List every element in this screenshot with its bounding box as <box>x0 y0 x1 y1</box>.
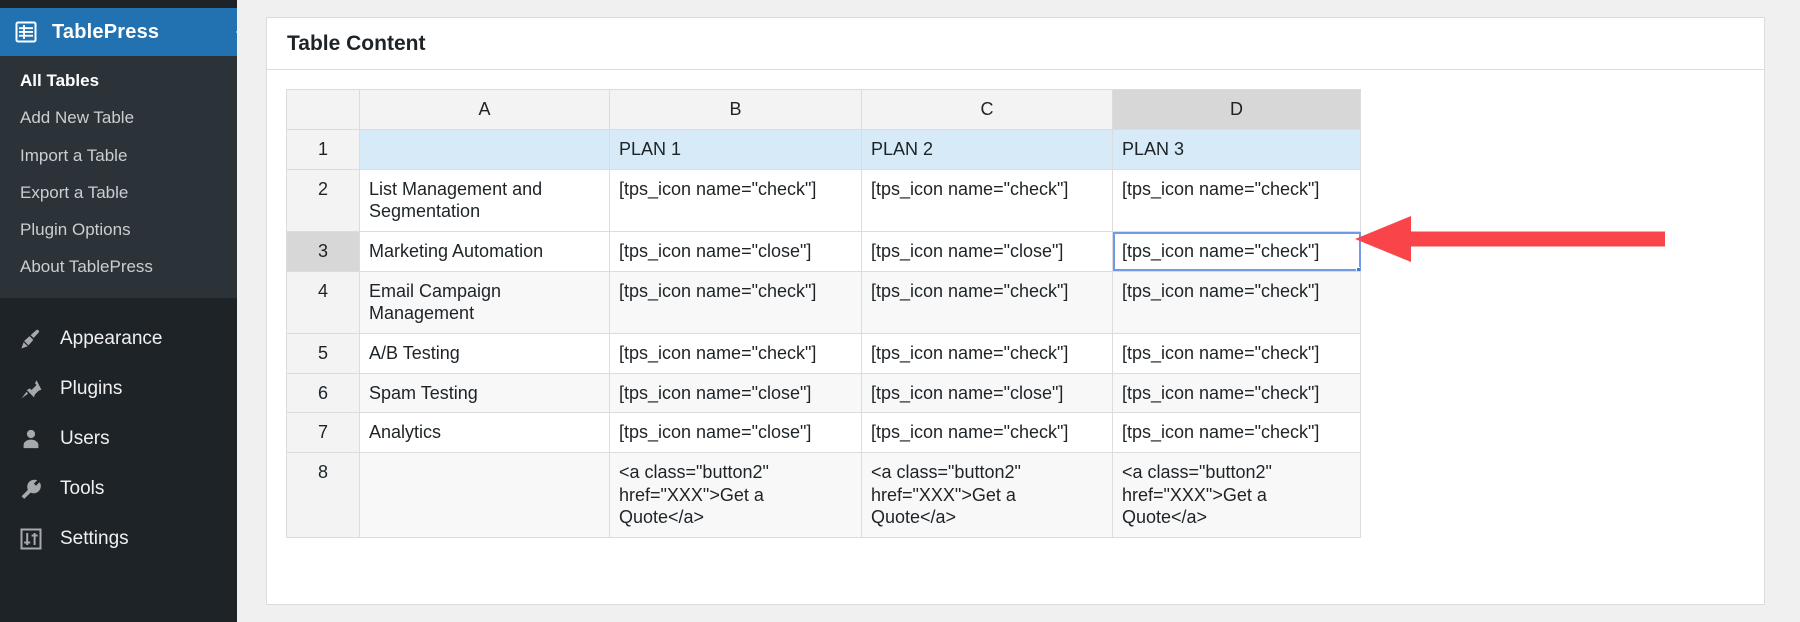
sidebar-flyout-arrow-icon <box>236 22 246 42</box>
column-header-row: A B C D <box>287 90 1361 130</box>
cell-c8[interactable]: <a class="button2" href="XXX">Get a Quot… <box>862 453 1113 538</box>
cell-d8[interactable]: <a class="button2" href="XXX">Get a Quot… <box>1113 453 1361 538</box>
sidebar-item-settings[interactable]: Settings <box>0 514 237 564</box>
cell-d3-selected[interactable]: [tps_icon name="check"] <box>1113 232 1361 272</box>
sidebar-item-users[interactable]: Users <box>0 414 237 464</box>
column-header-c[interactable]: C <box>862 90 1113 130</box>
cell-d5[interactable]: [tps_icon name="check"] <box>1113 334 1361 374</box>
submenu-item-plugin-options[interactable]: Plugin Options <box>0 211 237 248</box>
cell-b2[interactable]: [tps_icon name="check"] <box>610 169 862 231</box>
submenu-item-import-a-table[interactable]: Import a Table <box>0 137 237 174</box>
cell-a5[interactable]: A/B Testing <box>360 334 610 374</box>
sidebar-item-appearance[interactable]: Appearance <box>0 314 237 364</box>
table-content-grid[interactable]: A B C D 1 PLAN 1 PLAN 2 PLAN 3 <box>286 89 1361 538</box>
cell-a6[interactable]: Spam Testing <box>360 373 610 413</box>
table-row: 8 <a class="button2" href="XXX">Get a Qu… <box>287 453 1361 538</box>
row-header-5[interactable]: 5 <box>287 334 360 374</box>
sidebar-item-label: TablePress <box>52 21 159 44</box>
table-row: 2 List Management and Segmentation [tps_… <box>287 169 1361 231</box>
cell-b8[interactable]: <a class="button2" href="XXX">Get a Quot… <box>610 453 862 538</box>
sidebar-main-menu: Appearance Plugins Use <box>0 298 237 564</box>
cell-c1[interactable]: PLAN 2 <box>862 130 1113 170</box>
cell-b1[interactable]: PLAN 1 <box>610 130 862 170</box>
panel-header: Table Content <box>267 18 1764 70</box>
wrench-icon <box>18 476 44 502</box>
cell-a8[interactable] <box>360 453 610 538</box>
column-header-b[interactable]: B <box>610 90 862 130</box>
table-row: 1 PLAN 1 PLAN 2 PLAN 3 <box>287 130 1361 170</box>
cell-c6[interactable]: [tps_icon name="close"] <box>862 373 1113 413</box>
cell-c4[interactable]: [tps_icon name="check"] <box>862 271 1113 333</box>
cell-a7[interactable]: Analytics <box>360 413 610 453</box>
table-row: 3 Marketing Automation [tps_icon name="c… <box>287 232 1361 272</box>
plug-icon <box>18 376 44 402</box>
sidebar-top-strip <box>0 0 237 8</box>
table-content-panel: Table Content A B C D <box>266 17 1765 605</box>
cell-d4[interactable]: [tps_icon name="check"] <box>1113 271 1361 333</box>
sidebar-item-label: Settings <box>60 529 129 548</box>
page-title: Table Content <box>287 32 425 56</box>
cell-a1[interactable] <box>360 130 610 170</box>
submenu-item-add-new-table[interactable]: Add New Table <box>0 99 237 136</box>
row-header-4[interactable]: 4 <box>287 271 360 333</box>
row-header-8[interactable]: 8 <box>287 453 360 538</box>
cell-a3[interactable]: Marketing Automation <box>360 232 610 272</box>
table-row: 6 Spam Testing [tps_icon name="close"] [… <box>287 373 1361 413</box>
sidebar-item-tablepress[interactable]: TablePress <box>0 8 237 56</box>
paintbrush-icon <box>18 326 44 352</box>
cell-d2[interactable]: [tps_icon name="check"] <box>1113 169 1361 231</box>
row-header-3[interactable]: 3 <box>287 232 360 272</box>
row-header-1[interactable]: 1 <box>287 130 360 170</box>
table-grid-icon <box>14 20 38 44</box>
cell-b5[interactable]: [tps_icon name="check"] <box>610 334 862 374</box>
cell-d6[interactable]: [tps_icon name="check"] <box>1113 373 1361 413</box>
tablepress-submenu: All Tables Add New Table Import a Table … <box>0 56 237 298</box>
row-header-2[interactable]: 2 <box>287 169 360 231</box>
row-header-7[interactable]: 7 <box>287 413 360 453</box>
sidebar-item-label: Plugins <box>60 379 122 398</box>
cell-d1[interactable]: PLAN 3 <box>1113 130 1361 170</box>
table-row: 7 Analytics [tps_icon name="close"] [tps… <box>287 413 1361 453</box>
cell-c5[interactable]: [tps_icon name="check"] <box>862 334 1113 374</box>
cell-b4[interactable]: [tps_icon name="check"] <box>610 271 862 333</box>
cell-c3[interactable]: [tps_icon name="close"] <box>862 232 1113 272</box>
cell-d7[interactable]: [tps_icon name="check"] <box>1113 413 1361 453</box>
cell-a2[interactable]: List Management and Segmentation <box>360 169 610 231</box>
cell-a4[interactable]: Email Campaign Management <box>360 271 610 333</box>
cell-b6[interactable]: [tps_icon name="close"] <box>610 373 862 413</box>
column-header-a[interactable]: A <box>360 90 610 130</box>
grid-corner-cell[interactable] <box>287 90 360 130</box>
admin-sidebar: TablePress All Tables Add New Table Impo… <box>0 0 237 622</box>
panel-body: A B C D 1 PLAN 1 PLAN 2 PLAN 3 <box>267 70 1764 538</box>
cell-b7[interactable]: [tps_icon name="close"] <box>610 413 862 453</box>
sidebar-item-plugins[interactable]: Plugins <box>0 364 237 414</box>
sidebar-item-label: Tools <box>60 479 104 498</box>
sidebar-item-label: Appearance <box>60 329 162 348</box>
sidebar-item-tools[interactable]: Tools <box>0 464 237 514</box>
table-row: 5 A/B Testing [tps_icon name="check"] [t… <box>287 334 1361 374</box>
sliders-icon <box>18 526 44 552</box>
table-row: 4 Email Campaign Management [tps_icon na… <box>287 271 1361 333</box>
screen: TablePress All Tables Add New Table Impo… <box>0 0 1800 622</box>
submenu-item-export-a-table[interactable]: Export a Table <box>0 174 237 211</box>
sidebar-item-label: Users <box>60 429 110 448</box>
user-icon <box>18 426 44 452</box>
cell-c7[interactable]: [tps_icon name="check"] <box>862 413 1113 453</box>
cell-c2[interactable]: [tps_icon name="check"] <box>862 169 1113 231</box>
column-header-d[interactable]: D <box>1113 90 1361 130</box>
selection-fill-handle[interactable] <box>1356 267 1361 272</box>
row-header-6[interactable]: 6 <box>287 373 360 413</box>
cell-b3[interactable]: [tps_icon name="close"] <box>610 232 862 272</box>
submenu-item-about-tablepress[interactable]: About TablePress <box>0 248 237 285</box>
submenu-item-all-tables[interactable]: All Tables <box>0 62 237 99</box>
